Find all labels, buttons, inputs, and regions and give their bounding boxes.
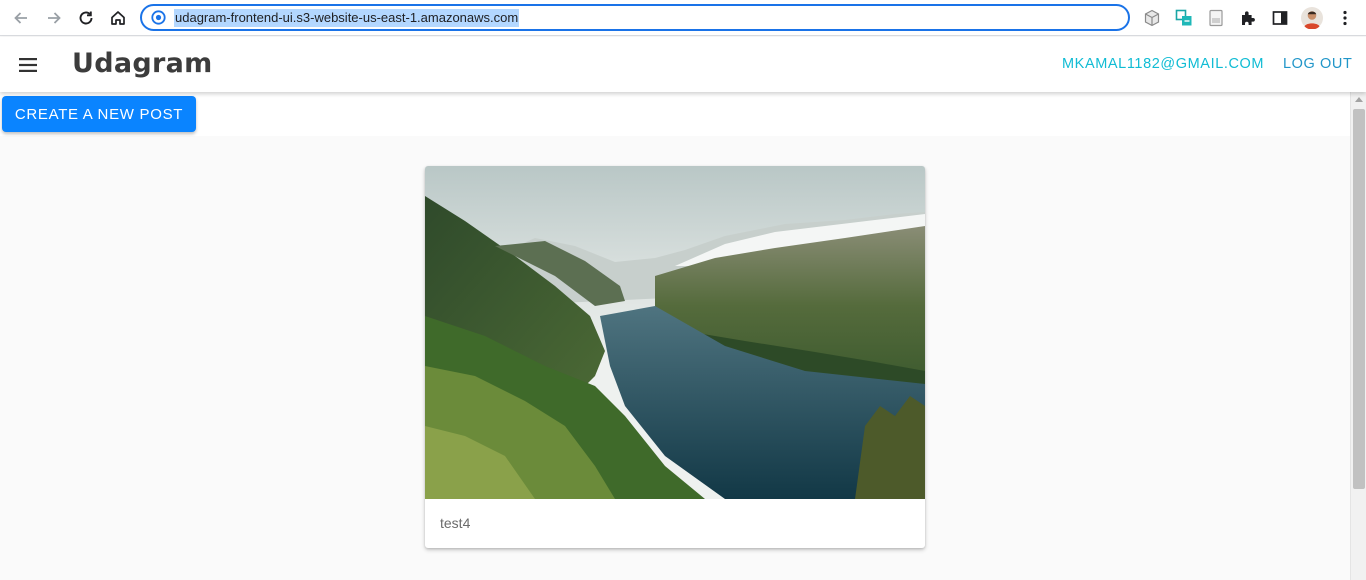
app-toolbar: Udagram MKAMAL1182@GMAIL.COM LOG OUT xyxy=(0,37,1366,92)
create-post-button[interactable]: CREATE A NEW POST xyxy=(2,96,196,132)
post-caption: test4 xyxy=(440,515,471,531)
main-content: CREATE A NEW POST test4 xyxy=(0,92,1350,580)
side-panel-icon[interactable] xyxy=(1269,7,1291,29)
home-icon[interactable] xyxy=(105,5,131,31)
page-scrollbar[interactable] xyxy=(1350,92,1366,580)
address-bar[interactable]: udagram-frontend-ui.s3-website-us-east-1… xyxy=(140,4,1130,31)
reload-icon[interactable] xyxy=(73,5,99,31)
action-strip: CREATE A NEW POST xyxy=(0,92,1350,136)
cube-extension-icon[interactable] xyxy=(1141,7,1163,29)
app-brand-title: Udagram xyxy=(72,48,213,79)
logout-link[interactable]: LOG OUT xyxy=(1283,56,1352,72)
user-email-link[interactable]: MKAMAL1182@GMAIL.COM xyxy=(1062,56,1264,72)
extensions-puzzle-icon[interactable] xyxy=(1237,7,1259,29)
site-info-icon[interactable] xyxy=(151,10,166,25)
document-extension-icon[interactable] xyxy=(1205,7,1227,29)
browser-toolbar: udagram-frontend-ui.s3-website-us-east-1… xyxy=(0,0,1366,36)
forward-icon[interactable] xyxy=(41,5,67,31)
translate-extension-icon[interactable] xyxy=(1173,7,1195,29)
hamburger-menu-icon[interactable] xyxy=(14,53,42,77)
post-card: test4 xyxy=(425,166,925,548)
profile-avatar-icon[interactable] xyxy=(1301,7,1323,29)
scroll-thumb[interactable] xyxy=(1353,109,1365,489)
url-text[interactable]: udagram-frontend-ui.s3-website-us-east-1… xyxy=(174,9,520,27)
back-icon[interactable] xyxy=(8,5,34,31)
scroll-up-arrow-icon[interactable] xyxy=(1355,97,1363,102)
browser-menu-icon[interactable] xyxy=(1334,7,1356,29)
post-image xyxy=(425,166,925,499)
